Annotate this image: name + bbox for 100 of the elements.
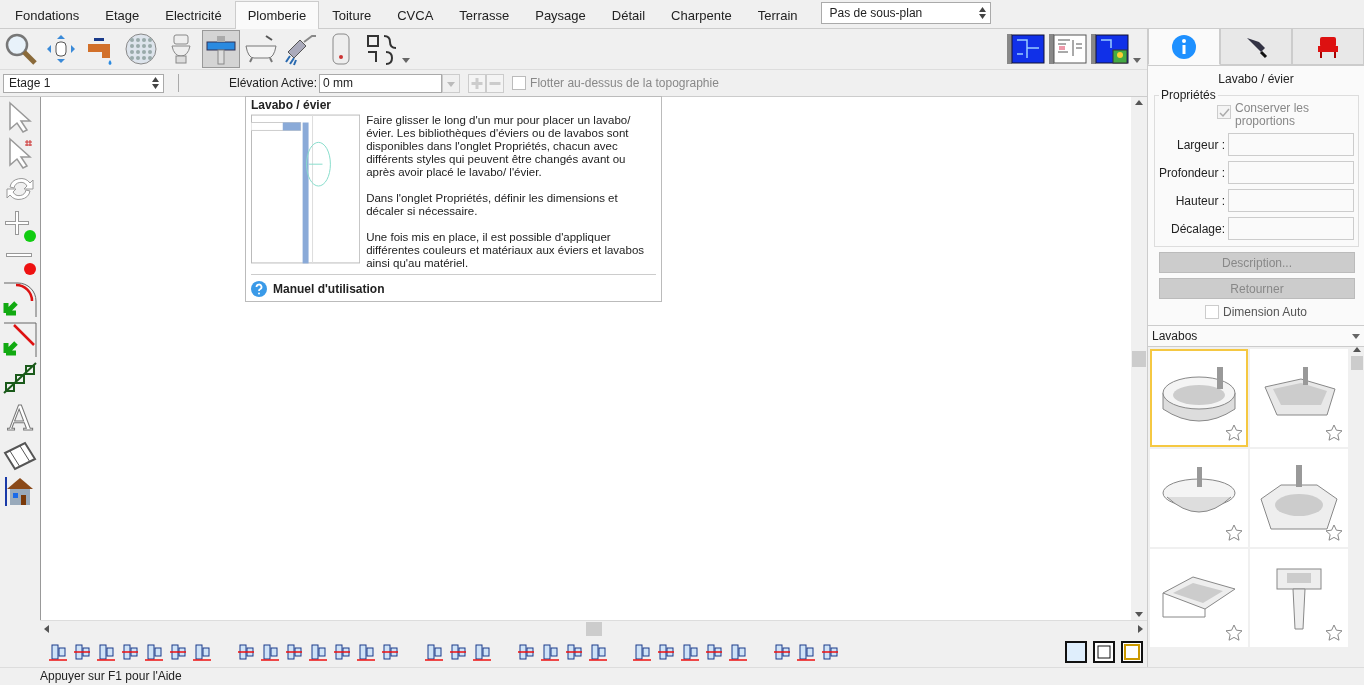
align-tool-icon[interactable] [448,642,468,662]
caret-icon[interactable] [1352,333,1360,339]
align-tool-icon[interactable] [380,642,400,662]
input-field[interactable] [1228,189,1355,212]
align-tool-icon[interactable] [144,642,164,662]
scroll-thumb[interactable] [1132,350,1146,367]
ribbon-tab[interactable]: Toiture [319,1,385,29]
star-icon[interactable] [1325,424,1343,442]
align-tool-icon[interactable] [516,642,536,662]
input-field[interactable] [1228,217,1355,240]
plan-with-picture-icon[interactable] [1091,34,1129,64]
document-view-icon[interactable] [1049,34,1087,64]
align-tool-icon[interactable] [168,642,188,662]
status-bar: Appuyer sur F1 pour l'Aide [0,667,1364,685]
add-point-icon[interactable] [3,209,37,243]
sink-library-item[interactable] [1150,449,1248,547]
float-label: Flotter au-dessus de la topographie [530,76,719,90]
align-tool-icon[interactable] [120,642,140,662]
tooltip-paragraph: Faire glisser le long d'un mur pour placer un lavabo/évier. Les bibliothèques d'éviers ou de lavabos sont disponibles dans l'onglet Propriétés, chacun avec différents styles qui peuvent être changés avant ou après avoir placé le lavabo/ l'évier. [366,114,632,179]
floor-dropdown[interactable]: Etage 1 [3,73,164,93]
ribbon-tab[interactable]: CVCA [384,1,447,29]
frame-icon[interactable] [1065,641,1087,663]
checkbox[interactable] [512,76,527,90]
align-tool-icon[interactable] [772,642,792,662]
frame-icon[interactable] [1093,641,1115,663]
align-tool-icon[interactable] [588,642,608,662]
diagonal-wall-icon[interactable] [2,321,38,357]
group-title: Propriétés [1160,88,1217,102]
checkbox-label: Conserver les proportions [1235,102,1311,128]
field-label: Décalage: [1171,221,1226,236]
align-tool-icon[interactable] [796,642,816,662]
scroll-thumb[interactable] [585,622,602,636]
ribbon-tab[interactable]: Etage [92,1,153,29]
scroll-up-icon[interactable] [1135,100,1143,105]
sink-library-item[interactable] [1250,449,1348,547]
help-link[interactable]: Manuel d'utilisation [273,282,385,296]
caret-icon[interactable] [402,58,410,63]
star-icon[interactable] [1225,624,1243,642]
chair-panel-tab[interactable] [1292,29,1364,65]
ribbon-tab[interactable]: Terrasse [446,1,523,29]
scroll-thumb[interactable] [1351,356,1363,370]
align-tool-icon[interactable] [632,642,652,662]
pen-panel-tab[interactable] [1220,29,1292,65]
star-icon[interactable] [1225,524,1243,542]
align-tool-icon[interactable] [72,642,92,662]
tooltip-paragraph: Une fois mis en place, il est possible d'appliquer différentes couleurs et matériaux aux éviers et lavabos ainsi qu'au matériel. [366,231,646,270]
house-icon[interactable] [5,475,35,507]
ribbon-tab[interactable]: Terrain [744,1,811,29]
align-tool-icon[interactable] [284,642,304,662]
elevation-label: Elévation Active: [229,76,318,90]
ribbon-tab[interactable]: Fondations [2,1,93,29]
star-icon[interactable] [1325,624,1343,642]
ribbon-tab[interactable]: Plomberie [234,1,320,29]
align-tool-icon[interactable] [424,642,444,662]
star-icon[interactable] [1225,424,1243,442]
spinner-icon[interactable] [152,77,159,89]
scroll-down-icon[interactable] [1135,612,1143,617]
star-icon[interactable] [1325,524,1343,542]
ribbon-tab[interactable]: Charpente [658,1,745,29]
ribbon-tab[interactable]: Détail [598,1,659,29]
scroll-right-icon[interactable] [1138,625,1143,633]
plan-dropdown[interactable]: Pas de sous-plan [820,2,991,24]
scroll-left-icon[interactable] [44,625,49,633]
ribbon-tab[interactable]: Paysage [522,1,599,29]
align-tool-icon[interactable] [704,642,724,662]
align-tool-icon[interactable] [820,642,840,662]
align-tool-icon[interactable] [192,642,212,662]
align-tool-icon[interactable] [96,642,116,662]
align-tool-icon[interactable] [308,642,328,662]
input-field[interactable] [1228,133,1355,156]
field-label: Hauteur : [1175,193,1226,208]
ribbon-tab[interactable]: Electricité [152,1,235,29]
tooltip-paragraph: Dans l'onglet Propriétés, définir les dimensions et décaler si nécessaire. [366,192,619,218]
field-label: Profondeur : [1159,165,1226,180]
chain-icon[interactable] [2,361,38,395]
frame-icon[interactable] [1121,641,1143,663]
floor-plan-view-icon[interactable] [1007,34,1045,64]
align-tool-icon[interactable] [260,642,280,662]
arc-wall-icon[interactable] [2,281,38,317]
caret-icon[interactable] [1133,58,1141,63]
align-tool-icon[interactable] [472,642,492,662]
sink-tool-button[interactable] [202,30,240,68]
film-icon[interactable] [3,441,37,471]
align-tool-icon[interactable] [680,642,700,662]
align-tool-icon[interactable] [540,642,560,662]
checkbox[interactable] [1204,305,1219,319]
align-tool-icon[interactable] [656,642,676,662]
panel-title: Lavabo / évier [1217,71,1295,88]
input-field[interactable] [1228,161,1355,184]
align-tool-icon[interactable] [564,642,584,662]
align-tool-icon[interactable] [728,642,748,662]
sink-library-item[interactable] [1150,349,1248,447]
align-tool-icon[interactable] [48,642,68,662]
help-icon[interactable] [251,281,267,297]
align-tool-icon[interactable] [236,642,256,662]
vertical-scrollbar[interactable] [1131,97,1147,620]
elevation-field[interactable]: 0 mm [319,73,443,93]
spinner-icon[interactable] [978,7,986,19]
align-tool-icon[interactable] [356,642,376,662]
align-tool-icon[interactable] [332,642,352,662]
